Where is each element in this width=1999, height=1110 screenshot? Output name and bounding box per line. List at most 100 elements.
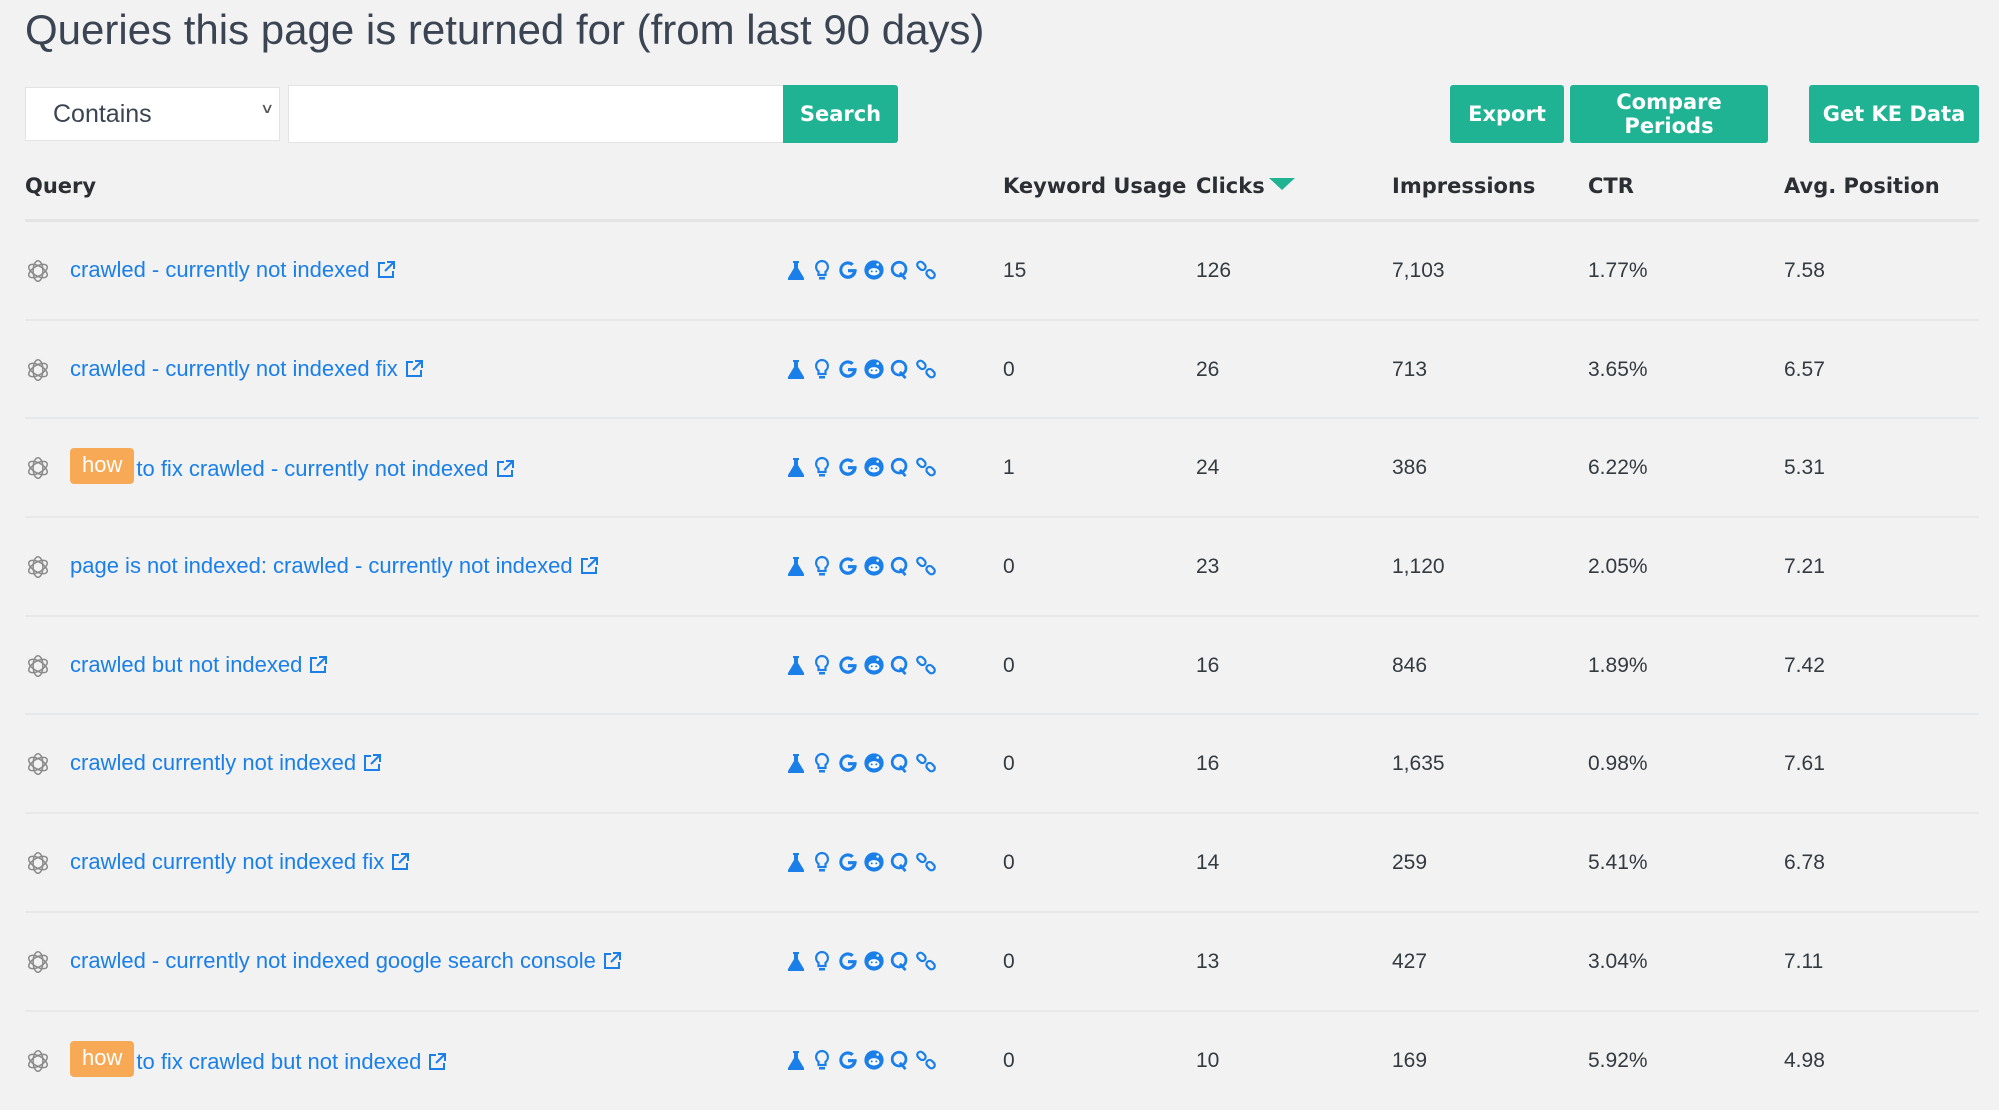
question-badge: how	[70, 448, 134, 484]
quora-icon[interactable]	[889, 949, 911, 973]
header-impressions[interactable]: Impressions	[1392, 174, 1535, 198]
flask-icon[interactable]	[785, 949, 807, 973]
link-icon[interactable]	[915, 554, 937, 578]
lightbulb-icon[interactable]	[811, 554, 833, 578]
lightbulb-icon[interactable]	[811, 357, 833, 381]
google-icon[interactable]	[837, 751, 859, 775]
lightbulb-icon[interactable]	[811, 455, 833, 479]
chatgpt-icon[interactable]	[25, 357, 51, 383]
chatgpt-icon[interactable]	[25, 455, 51, 481]
search-input[interactable]	[288, 85, 784, 143]
lightbulb-icon[interactable]	[811, 949, 833, 973]
header-keyword-usage[interactable]: Keyword Usage	[1003, 174, 1186, 198]
flask-icon[interactable]	[785, 357, 807, 381]
google-icon[interactable]	[837, 1048, 859, 1072]
quora-icon[interactable]	[889, 850, 911, 874]
clicks-cell: 23	[1196, 555, 1219, 579]
lightbulb-icon[interactable]	[811, 1048, 833, 1072]
export-button[interactable]: Export	[1450, 85, 1564, 143]
keyword-usage-cell: 15	[1003, 259, 1026, 283]
query-link[interactable]: crawled but not indexed	[70, 652, 328, 678]
query-link[interactable]: crawled currently not indexed	[70, 750, 382, 776]
query-link[interactable]: crawled - currently not indexed fix	[70, 356, 424, 382]
table-row: how to fix crawled but not indexed 0 10 …	[25, 1012, 1979, 1110]
chatgpt-icon[interactable]	[25, 653, 51, 679]
link-icon[interactable]	[915, 850, 937, 874]
chatgpt-icon[interactable]	[25, 850, 51, 876]
reddit-icon[interactable]	[863, 258, 885, 282]
header-ctr[interactable]: CTR	[1588, 174, 1634, 198]
query-link[interactable]: how to fix crawled - currently not index…	[70, 454, 515, 484]
sort-desc-icon[interactable]	[1269, 178, 1295, 190]
flask-icon[interactable]	[785, 653, 807, 677]
keyword-usage-cell: 0	[1003, 654, 1015, 678]
lightbulb-icon[interactable]	[811, 751, 833, 775]
flask-icon[interactable]	[785, 455, 807, 479]
external-link-icon	[390, 852, 410, 872]
reddit-icon[interactable]	[863, 751, 885, 775]
reddit-icon[interactable]	[863, 455, 885, 479]
quora-icon[interactable]	[889, 258, 911, 282]
avg-position-cell: 6.78	[1784, 851, 1825, 875]
search-button[interactable]: Search	[783, 85, 898, 143]
ctr-cell: 5.92%	[1588, 1049, 1648, 1073]
link-icon[interactable]	[915, 751, 937, 775]
quora-icon[interactable]	[889, 455, 911, 479]
impressions-cell: 7,103	[1392, 259, 1445, 283]
reddit-icon[interactable]	[863, 850, 885, 874]
reddit-icon[interactable]	[863, 949, 885, 973]
lightbulb-icon[interactable]	[811, 653, 833, 677]
flask-icon[interactable]	[785, 751, 807, 775]
research-tools	[785, 751, 937, 775]
chatgpt-icon[interactable]	[25, 1048, 51, 1074]
quora-icon[interactable]	[889, 1048, 911, 1072]
chatgpt-icon[interactable]	[25, 751, 51, 777]
google-icon[interactable]	[837, 949, 859, 973]
quora-icon[interactable]	[889, 554, 911, 578]
quora-icon[interactable]	[889, 751, 911, 775]
link-icon[interactable]	[915, 949, 937, 973]
keyword-usage-cell: 0	[1003, 1049, 1015, 1073]
chatgpt-icon[interactable]	[25, 949, 51, 975]
reddit-icon[interactable]	[863, 653, 885, 677]
compare-periods-button[interactable]: Compare Periods	[1570, 85, 1768, 143]
google-icon[interactable]	[837, 554, 859, 578]
avg-position-cell: 7.61	[1784, 752, 1825, 776]
reddit-icon[interactable]	[863, 554, 885, 578]
link-icon[interactable]	[915, 455, 937, 479]
page-title: Queries this page is returned for (from …	[25, 6, 984, 54]
chatgpt-icon[interactable]	[25, 554, 51, 580]
google-icon[interactable]	[837, 258, 859, 282]
lightbulb-icon[interactable]	[811, 850, 833, 874]
google-icon[interactable]	[837, 455, 859, 479]
google-icon[interactable]	[837, 850, 859, 874]
lightbulb-icon[interactable]	[811, 258, 833, 282]
quora-icon[interactable]	[889, 357, 911, 381]
chatgpt-icon[interactable]	[25, 258, 51, 284]
quora-icon[interactable]	[889, 653, 911, 677]
link-icon[interactable]	[915, 258, 937, 282]
header-clicks[interactable]: Clicks	[1196, 174, 1295, 198]
link-icon[interactable]	[915, 1048, 937, 1072]
query-link[interactable]: crawled - currently not indexed	[70, 257, 396, 283]
google-icon[interactable]	[837, 357, 859, 381]
get-ke-data-button[interactable]: Get KE Data	[1809, 85, 1979, 143]
query-link[interactable]: page is not indexed: crawled - currently…	[70, 553, 599, 579]
filter-select[interactable]: Contains ∨	[25, 87, 280, 141]
reddit-icon[interactable]	[863, 1048, 885, 1072]
flask-icon[interactable]	[785, 850, 807, 874]
reddit-icon[interactable]	[863, 357, 885, 381]
flask-icon[interactable]	[785, 258, 807, 282]
flask-icon[interactable]	[785, 1048, 807, 1072]
google-icon[interactable]	[837, 653, 859, 677]
link-icon[interactable]	[915, 653, 937, 677]
header-query[interactable]: Query	[25, 174, 96, 198]
header-clicks-label: Clicks	[1196, 174, 1265, 198]
link-icon[interactable]	[915, 357, 937, 381]
header-avg-position[interactable]: Avg. Position	[1784, 174, 1940, 198]
query-link[interactable]: how to fix crawled but not indexed	[70, 1047, 447, 1077]
queries-page: Queries this page is returned for (from …	[0, 0, 1999, 1063]
flask-icon[interactable]	[785, 554, 807, 578]
query-link[interactable]: crawled currently not indexed fix	[70, 849, 410, 875]
query-link[interactable]: crawled - currently not indexed google s…	[70, 948, 622, 974]
